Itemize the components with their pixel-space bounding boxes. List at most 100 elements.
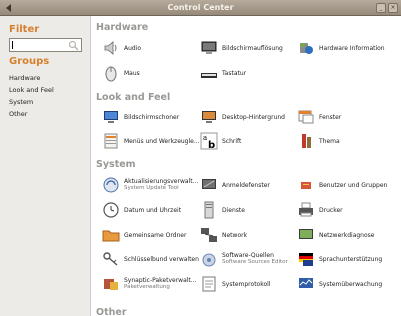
item-systemprotokoll[interactable]: Systemprotokoll <box>200 274 270 294</box>
item-aktualisierungsverwaltung[interactable]: Aktualisierungsverwalt... System Update … <box>102 175 198 195</box>
item-label: Software-Quellen <box>222 252 274 259</box>
svg-text:a: a <box>203 134 207 142</box>
printer-icon <box>299 202 313 217</box>
screensaver-icon <box>104 111 118 123</box>
keyring-icon <box>103 252 118 266</box>
search-input[interactable] <box>9 38 82 52</box>
text-cursor <box>12 41 13 49</box>
item-bildschirmaufloesung[interactable]: Bildschirmauflösung <box>200 38 283 58</box>
group-list: Hardware Look and Feel System Other <box>9 72 54 120</box>
item-label: Aktualisierungsverwalt... <box>124 178 199 185</box>
group-other[interactable]: Other <box>9 108 54 120</box>
theme-icon <box>302 134 311 148</box>
item-label: Network <box>222 231 248 239</box>
speaker-icon <box>104 41 117 55</box>
item-label: Schlüsselbund verwalten <box>124 255 199 263</box>
item-datum-uhrzeit[interactable]: Datum und Uhrzeit <box>102 200 181 220</box>
item-label: Bildschirmschoner <box>124 113 180 121</box>
main-panel: Hardware Audio Bildschirmauflösung Hardw… <box>92 16 401 316</box>
group-look-and-feel[interactable]: Look and Feel <box>9 84 54 96</box>
item-maus[interactable]: Maus <box>102 63 140 83</box>
group-hardware[interactable]: Hardware <box>9 72 54 84</box>
network-icon <box>201 228 217 242</box>
system-log-icon <box>202 276 216 292</box>
item-desktop-hintergrund[interactable]: Desktop-Hintergrund <box>200 107 285 127</box>
item-label: Desktop-Hintergrund <box>222 113 285 121</box>
item-sublabel: System Update Tool <box>124 185 179 191</box>
item-label: Hardware Information <box>319 44 385 52</box>
item-sublabel: Software Sources Editor <box>222 259 288 265</box>
item-label: Tastatur <box>222 69 247 77</box>
system-monitor-icon <box>299 278 313 288</box>
title-bar: Control Center _ × <box>0 0 401 16</box>
item-fenster[interactable]: Fenster <box>297 107 341 127</box>
shared-folder-icon <box>102 230 120 242</box>
item-benutzer-gruppen[interactable]: Benutzer und Gruppen <box>297 175 387 195</box>
item-audio[interactable]: Audio <box>102 38 141 58</box>
item-label: Anmeldefenster <box>222 181 270 189</box>
item-label: Dienste <box>222 206 245 214</box>
window-buttons: _ × <box>376 3 398 13</box>
item-label: Thema <box>319 137 340 145</box>
synaptic-icon <box>104 279 118 290</box>
clock-icon <box>103 202 119 218</box>
language-icon <box>299 253 313 266</box>
item-bildschirmschoner[interactable]: Bildschirmschoner <box>102 107 179 127</box>
item-label: Synaptic-Paketverwalt... <box>124 277 197 284</box>
item-label: Fenster <box>319 113 342 121</box>
item-gemeinsame-ordner[interactable]: Gemeinsame Ordner <box>102 225 186 245</box>
item-dienste[interactable]: Dienste <box>200 200 245 220</box>
item-label: Audio <box>124 44 142 52</box>
item-label: Netzwerkdiagnose <box>319 231 375 239</box>
section-hardware-title: Hardware <box>96 22 149 33</box>
item-software-quellen[interactable]: Software-Quellen Software Sources Editor <box>200 249 288 269</box>
groups-heading: Groups <box>9 56 50 67</box>
services-icon <box>204 201 214 219</box>
mouse-icon <box>105 66 117 82</box>
section-other-title: Other <box>96 307 127 316</box>
menu-icon <box>104 133 118 149</box>
item-label: Benutzer und Gruppen <box>319 181 388 189</box>
sidebar: Filter Groups Hardware Look and Feel Sys… <box>0 16 91 316</box>
item-anmeldefenster[interactable]: Anmeldefenster <box>200 175 270 195</box>
font-icon: ab <box>200 132 218 150</box>
item-label: Systemüberwachung <box>319 280 383 288</box>
item-label: Datum und Uhrzeit <box>124 206 182 214</box>
item-label: Gemeinsame Ordner <box>124 231 187 239</box>
group-system[interactable]: System <box>9 96 54 108</box>
keyboard-icon <box>201 73 217 78</box>
item-hardware-information[interactable]: Hardware Information <box>297 38 385 58</box>
software-sources-icon <box>202 253 216 267</box>
item-menues-werkzeugleisten[interactable]: Menüs und Werkzeugle... <box>102 131 200 151</box>
item-schrift[interactable]: ab Schrift <box>200 131 241 151</box>
close-button[interactable]: × <box>388 3 398 13</box>
wallpaper-icon <box>202 111 216 123</box>
monitor-icon <box>201 41 217 54</box>
item-synaptic[interactable]: Synaptic-Paketverwalt... Paketverwaltung <box>102 274 197 294</box>
window-title: Control Center <box>167 3 234 12</box>
update-icon <box>103 177 119 193</box>
item-systemueberwachung[interactable]: Systemüberwachung <box>297 274 382 294</box>
item-label: Bildschirmauflösung <box>222 44 283 52</box>
item-netzwerkdiagnose[interactable]: Netzwerkdiagnose <box>297 225 374 245</box>
item-drucker[interactable]: Drucker <box>297 200 343 220</box>
item-label: Menüs und Werkzeugle... <box>124 137 200 145</box>
item-network[interactable]: Network <box>200 225 247 245</box>
item-sprachunterstuetzung[interactable]: Sprachunterstützung <box>297 249 382 269</box>
item-label: Schrift <box>222 137 242 145</box>
users-icon <box>301 182 311 189</box>
item-tastatur[interactable]: Tastatur <box>200 63 246 83</box>
filter-heading: Filter <box>9 24 40 35</box>
item-label: Sprachunterstützung <box>319 255 383 263</box>
section-system-title: System <box>96 159 136 170</box>
item-label: Maus <box>124 69 140 77</box>
clear-search-icon[interactable] <box>68 40 79 51</box>
item-label: Drucker <box>319 206 343 214</box>
minimize-button[interactable]: _ <box>376 3 386 13</box>
item-label: Systemprotokoll <box>222 280 271 288</box>
svg-text:b: b <box>208 140 215 150</box>
item-thema[interactable]: Thema <box>297 131 340 151</box>
item-schluesselbund[interactable]: Schlüsselbund verwalten <box>102 249 199 269</box>
item-sublabel: Paketverwaltung <box>124 284 170 290</box>
window-icon <box>298 110 314 124</box>
